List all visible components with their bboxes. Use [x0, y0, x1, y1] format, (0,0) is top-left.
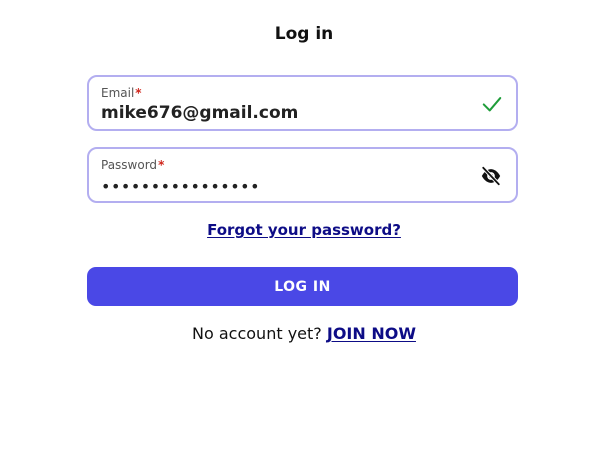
page-title: Log in — [274, 24, 334, 44]
signup-row: No account yet? JOIN NOW — [0, 324, 608, 343]
required-marker: * — [158, 158, 165, 172]
forgot-password-link[interactable]: Forgot your password? — [207, 221, 401, 239]
join-now-link[interactable]: JOIN NOW — [327, 324, 416, 343]
signup-prompt: No account yet? — [192, 324, 322, 343]
password-input[interactable]: •••••••••••••••• — [101, 177, 260, 196]
email-input[interactable] — [101, 103, 461, 123]
login-button[interactable]: LOG IN — [87, 267, 518, 306]
password-field[interactable]: Password* •••••••••••••••• — [87, 147, 518, 203]
check-icon — [482, 97, 502, 112]
email-field[interactable]: Email* — [87, 75, 518, 131]
email-label-text: Email — [101, 86, 135, 100]
forgot-password-row: Forgot your password? — [0, 220, 608, 239]
email-label: Email* — [101, 86, 142, 100]
password-label-text: Password — [101, 158, 158, 172]
eye-slash-icon[interactable] — [479, 165, 503, 187]
required-marker: * — [135, 86, 142, 100]
password-label: Password* — [101, 158, 164, 172]
